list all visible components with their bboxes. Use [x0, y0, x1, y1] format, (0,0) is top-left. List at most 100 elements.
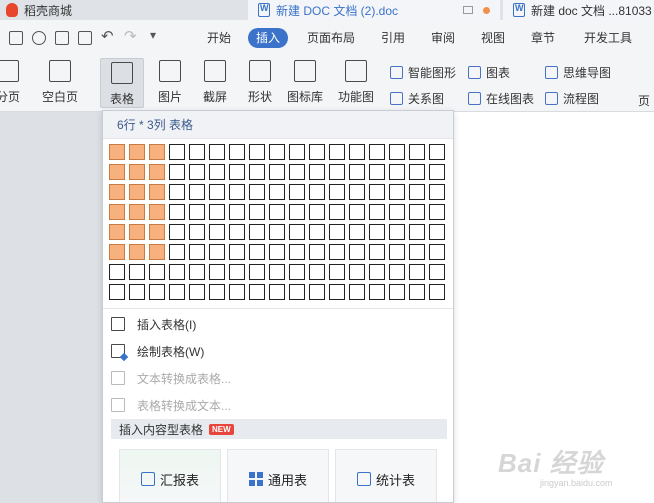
- grid-cell[interactable]: [349, 264, 365, 280]
- grid-cell[interactable]: [249, 144, 265, 160]
- grid-cell[interactable]: [209, 164, 225, 180]
- grid-cell[interactable]: [409, 184, 425, 200]
- grid-cell[interactable]: [109, 224, 125, 240]
- grid-cell[interactable]: [349, 144, 365, 160]
- grid-cell[interactable]: [229, 284, 245, 300]
- menu-page-layout[interactable]: 页面布局: [307, 28, 355, 48]
- grid-cell[interactable]: [289, 184, 305, 200]
- grid-cell[interactable]: [189, 224, 205, 240]
- grid-cell[interactable]: [229, 144, 245, 160]
- grid-cell[interactable]: [409, 224, 425, 240]
- grid-cell[interactable]: [269, 204, 285, 220]
- draw-table-item[interactable]: 绘制表格(W): [111, 338, 447, 364]
- grid-cell[interactable]: [329, 244, 345, 260]
- grid-cell[interactable]: [109, 264, 125, 280]
- menu-developer[interactable]: 开发工具: [584, 28, 632, 48]
- grid-cell[interactable]: [209, 144, 225, 160]
- grid-cell[interactable]: [409, 284, 425, 300]
- menu-references[interactable]: 引用: [381, 28, 405, 48]
- print-icon[interactable]: [55, 31, 69, 45]
- grid-cell[interactable]: [129, 284, 145, 300]
- grid-cell[interactable]: [429, 244, 445, 260]
- grid-cell[interactable]: [149, 284, 165, 300]
- redo-icon[interactable]: [124, 27, 138, 45]
- grid-cell[interactable]: [189, 244, 205, 260]
- grid-cell[interactable]: [409, 164, 425, 180]
- grid-cell[interactable]: [229, 264, 245, 280]
- grid-cell[interactable]: [329, 204, 345, 220]
- grid-cell[interactable]: [169, 244, 185, 260]
- grid-cell[interactable]: [109, 204, 125, 220]
- grid-cell[interactable]: [289, 224, 305, 240]
- grid-cell[interactable]: [369, 244, 385, 260]
- grid-cell[interactable]: [269, 264, 285, 280]
- grid-cell[interactable]: [389, 164, 405, 180]
- grid-cell[interactable]: [129, 244, 145, 260]
- grid-cell[interactable]: [349, 184, 365, 200]
- grid-cell[interactable]: [309, 164, 325, 180]
- grid-cell[interactable]: [189, 144, 205, 160]
- grid-cell[interactable]: [389, 144, 405, 160]
- grid-cell[interactable]: [289, 164, 305, 180]
- tab-doc-2[interactable]: 新建 doc 文档 ...81033: [503, 0, 654, 20]
- grid-cell[interactable]: [309, 264, 325, 280]
- grid-cell[interactable]: [289, 284, 305, 300]
- grid-cell[interactable]: [429, 144, 445, 160]
- page-partial-button[interactable]: 页: [638, 92, 650, 109]
- grid-cell[interactable]: [429, 204, 445, 220]
- grid-cell[interactable]: [289, 204, 305, 220]
- picture-button[interactable]: 图片: [148, 60, 192, 105]
- grid-cell[interactable]: [349, 244, 365, 260]
- grid-cell[interactable]: [109, 284, 125, 300]
- grid-cell[interactable]: [129, 164, 145, 180]
- grid-cell[interactable]: [209, 224, 225, 240]
- chart-button[interactable]: 图表: [468, 64, 510, 81]
- grid-cell[interactable]: [229, 184, 245, 200]
- grid-cell[interactable]: [229, 204, 245, 220]
- grid-cell[interactable]: [229, 244, 245, 260]
- grid-cell[interactable]: [329, 164, 345, 180]
- grid-cell[interactable]: [169, 184, 185, 200]
- grid-cell[interactable]: [149, 144, 165, 160]
- function-chart-button[interactable]: 功能图: [332, 60, 380, 105]
- grid-cell[interactable]: [169, 164, 185, 180]
- table-button[interactable]: 表格: [100, 58, 144, 108]
- grid-cell[interactable]: [329, 224, 345, 240]
- grid-cell[interactable]: [369, 284, 385, 300]
- grid-cell[interactable]: [349, 164, 365, 180]
- grid-cell[interactable]: [289, 244, 305, 260]
- grid-cell[interactable]: [209, 244, 225, 260]
- grid-cell[interactable]: [309, 144, 325, 160]
- grid-cell[interactable]: [129, 144, 145, 160]
- grid-cell[interactable]: [209, 204, 225, 220]
- grid-cell[interactable]: [289, 144, 305, 160]
- grid-cell[interactable]: [409, 204, 425, 220]
- grid-cell[interactable]: [269, 284, 285, 300]
- icon-library-button[interactable]: 图标库: [284, 60, 326, 105]
- report-table-card[interactable]: 汇报表: [119, 449, 221, 502]
- grid-cell[interactable]: [169, 284, 185, 300]
- grid-cell[interactable]: [329, 284, 345, 300]
- grid-cell[interactable]: [389, 284, 405, 300]
- screenshot-button[interactable]: 截屏: [193, 60, 237, 105]
- grid-cell[interactable]: [149, 184, 165, 200]
- grid-cell[interactable]: [269, 224, 285, 240]
- grid-cell[interactable]: [129, 184, 145, 200]
- grid-cell[interactable]: [149, 164, 165, 180]
- grid-cell[interactable]: [329, 184, 345, 200]
- share-icon[interactable]: [32, 31, 46, 45]
- grid-cell[interactable]: [369, 184, 385, 200]
- grid-cell[interactable]: [429, 284, 445, 300]
- grid-cell[interactable]: [149, 244, 165, 260]
- grid-cell[interactable]: [149, 264, 165, 280]
- grid-cell[interactable]: [249, 164, 265, 180]
- grid-cell[interactable]: [389, 244, 405, 260]
- grid-cell[interactable]: [109, 144, 125, 160]
- grid-cell[interactable]: [189, 284, 205, 300]
- grid-cell[interactable]: [269, 164, 285, 180]
- grid-cell[interactable]: [369, 164, 385, 180]
- grid-cell[interactable]: [249, 244, 265, 260]
- grid-cell[interactable]: [169, 264, 185, 280]
- grid-cell[interactable]: [349, 284, 365, 300]
- grid-cell[interactable]: [169, 224, 185, 240]
